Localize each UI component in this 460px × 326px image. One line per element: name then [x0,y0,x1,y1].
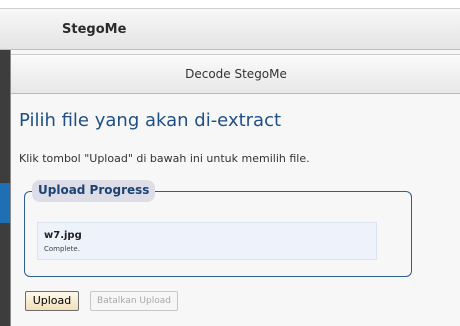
app-header: StegoMe [0,8,460,50]
dialog-title: Decode StegoMe [185,67,287,81]
decode-dialog: Decode StegoMe Pilih file yang akan di-e… [10,50,460,326]
upload-button[interactable]: Upload [25,291,79,311]
page: StegoMe Decode StegoMe Pilih file yang a… [0,0,460,326]
dialog-header: Decode StegoMe [11,54,460,94]
page-heading: Pilih file yang akan di-extract [19,110,282,131]
cancel-upload-button[interactable]: Batalkan Upload [90,291,178,311]
file-name: w7.jpg [44,230,82,241]
left-sidebar-accent [0,183,10,223]
instruction-text: Klik tombol "Upload" di bawah ini untuk … [19,152,310,165]
file-status: Complete. [44,245,80,253]
upload-progress-legend: Upload Progress [32,180,156,202]
uploaded-file-item: w7.jpg Complete. [37,222,377,260]
app-title: StegoMe [62,22,127,37]
